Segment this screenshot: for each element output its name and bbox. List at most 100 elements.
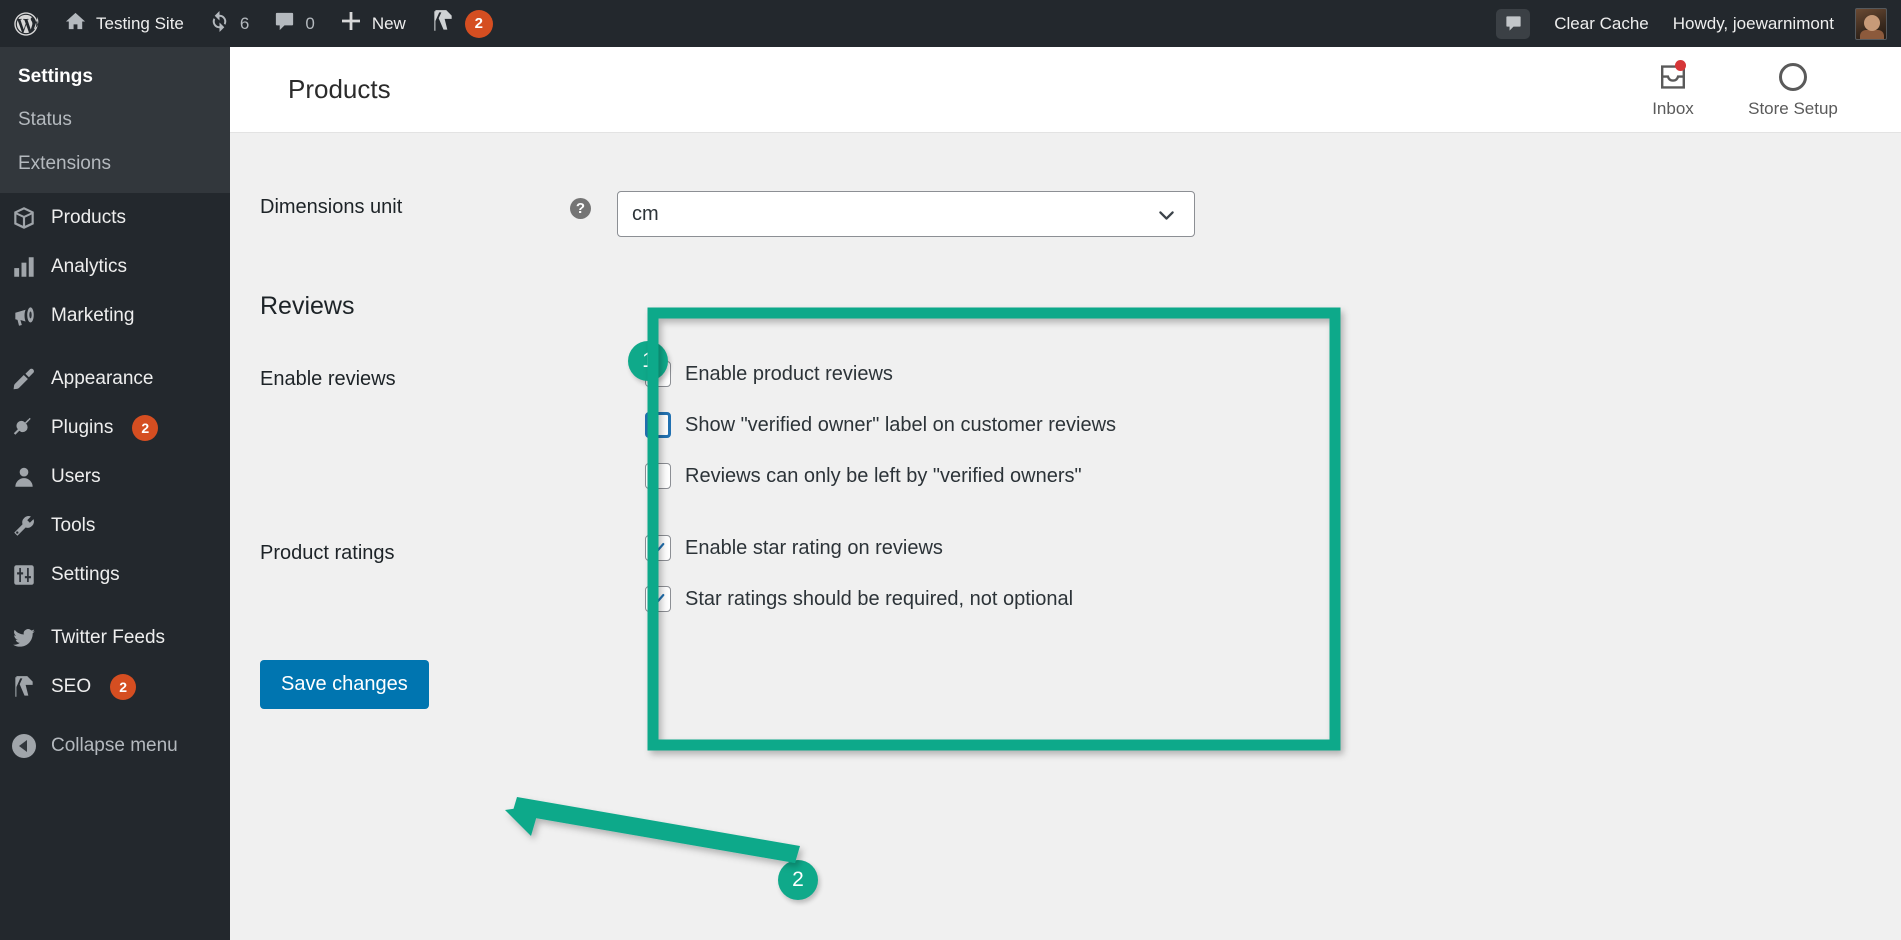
plus-icon — [339, 9, 363, 38]
checkbox-star-ratings-required[interactable]: Star ratings should be required, not opt… — [645, 586, 1073, 612]
product-ratings-label: Product ratings — [260, 542, 395, 564]
sidebar-item-label: SEO — [51, 675, 92, 697]
sidebar-subitem-settings[interactable]: Settings — [0, 55, 230, 98]
sidebar-divider-1 — [0, 340, 230, 354]
checkbox-enable-product-reviews[interactable]: Enable product reviews — [645, 361, 1116, 387]
checkbox-label: Star ratings should be required, not opt… — [685, 587, 1074, 610]
megaphone-icon — [10, 302, 38, 330]
save-button-container: Save changes — [230, 660, 1901, 709]
update-refresh-icon — [208, 10, 231, 38]
checkbox-box[interactable] — [645, 412, 671, 438]
sidebar-item-appearance[interactable]: Appearance — [0, 354, 230, 403]
checkbox-box[interactable] — [645, 535, 671, 561]
sidebar-item-label: Analytics — [51, 255, 128, 277]
sidebar-item-users[interactable]: Users — [0, 452, 230, 501]
sidebar-divider-2 — [0, 599, 230, 613]
admin-bar-my-account[interactable]: Howdy, joewarnimont — [1661, 0, 1901, 47]
new-label: New — [371, 13, 406, 33]
admin-bar-comments[interactable]: 0 — [261, 0, 326, 47]
store-setup-button[interactable]: Store Setup — [1733, 60, 1853, 119]
admin-bar: Testing Site 6 0 New 2 Clear Cache Howdy… — [0, 0, 1901, 47]
inbox-icon — [1657, 60, 1689, 94]
checkbox-enable-star-rating[interactable]: Enable star rating on reviews — [645, 535, 1073, 561]
wordpress-logo-icon — [12, 10, 40, 38]
sidebar-item-tools[interactable]: Tools — [0, 501, 230, 550]
updates-count: 6 — [239, 13, 250, 33]
checkbox-show-verified-owner-label[interactable]: Show "verified owner" label on customer … — [645, 412, 1116, 438]
sidebar-item-marketing[interactable]: Marketing — [0, 291, 230, 340]
yoast-seo-badge: 2 — [464, 9, 493, 38]
callout-1-badge: 1 — [628, 341, 668, 381]
checkbox-label: Show "verified owner" label on customer … — [685, 413, 1117, 436]
checkmark-icon — [651, 593, 665, 605]
admin-bar-clear-cache[interactable]: Clear Cache — [1542, 0, 1661, 47]
checkmark-icon — [651, 542, 665, 554]
avatar — [1855, 7, 1887, 40]
sidebar-item-twitter-feeds[interactable]: Twitter Feeds — [0, 613, 230, 662]
dimensions-unit-help-icon[interactable]: ? — [570, 198, 591, 219]
admin-bar-site-name[interactable]: Testing Site — [52, 0, 196, 47]
checkbox-label: Reviews can only be left by "verified ow… — [685, 464, 1082, 487]
page-title: Products — [288, 74, 391, 104]
twitter-bird-icon — [10, 624, 38, 652]
callout-2-badge: 2 — [778, 860, 818, 900]
checkbox-box[interactable] — [645, 586, 671, 612]
sidebar-item-plugins[interactable]: Plugins 2 — [0, 403, 230, 452]
enable-reviews-checkbox-group: Enable product reviews Show "verified ow… — [591, 361, 1116, 489]
paintbrush-icon — [10, 365, 38, 393]
inbox-button[interactable]: Inbox — [1613, 60, 1733, 119]
reviews-section-title: Reviews — [260, 292, 355, 320]
dimensions-unit-row: Dimensions unit ? cm — [230, 133, 1901, 237]
sidebar-item-label: Twitter Feeds — [51, 626, 166, 648]
sidebar-item-label: Products — [51, 206, 126, 228]
bar-chart-icon — [10, 253, 38, 281]
checkbox-box[interactable] — [645, 463, 671, 489]
sidebar-item-products[interactable]: Products — [0, 193, 230, 242]
sidebar-item-settings[interactable]: Settings — [0, 550, 230, 599]
clear-cache-label: Clear Cache — [1554, 13, 1649, 33]
sidebar-item-seo[interactable]: SEO 2 — [0, 662, 230, 711]
sidebar-subitem-status[interactable]: Status — [0, 98, 230, 141]
yoast-icon — [430, 8, 456, 39]
save-changes-button[interactable]: Save changes — [260, 660, 429, 709]
enable-reviews-label: Enable reviews — [260, 368, 396, 390]
inbox-unread-dot — [1675, 60, 1686, 71]
dimensions-unit-field: cm — [591, 191, 1195, 237]
admin-bar-new-content[interactable]: New — [327, 0, 418, 47]
store-setup-progress-icon — [1779, 60, 1807, 94]
admin-bar-wp-logo-link[interactable] — [0, 0, 52, 47]
user-icon — [10, 463, 38, 491]
main-content: Products Inbox Store Setup Dimensions un… — [230, 47, 1901, 940]
site-name-label: Testing Site — [96, 13, 184, 33]
comment-bubble-icon — [273, 10, 296, 38]
chat-bubble-icon — [1496, 8, 1531, 39]
checkbox-reviews-only-verified-owners[interactable]: Reviews can only be left by "verified ow… — [645, 463, 1116, 489]
settings-form: Dimensions unit ? cm Reviews Enable revi… — [230, 133, 1901, 940]
product-ratings-checkbox-group: Enable star rating on reviews Star ratin… — [591, 535, 1073, 612]
home-icon — [64, 10, 87, 38]
admin-bar-chat[interactable] — [1484, 0, 1542, 47]
plug-icon — [10, 414, 38, 442]
checkbox-label: Enable star rating on reviews — [685, 536, 943, 559]
callout-1-label: 1 — [642, 349, 654, 372]
sidebar-subitem-extensions[interactable]: Extensions — [0, 142, 230, 185]
sidebar-item-label: Tools — [51, 514, 96, 536]
admin-bar-updates[interactable]: 6 — [196, 0, 261, 47]
yoast-icon — [10, 673, 38, 701]
sliders-icon — [10, 561, 38, 589]
store-setup-label: Store Setup — [1748, 99, 1838, 118]
checkbox-label: Enable product reviews — [685, 362, 893, 385]
sidebar-collapse-menu[interactable]: Collapse menu — [0, 721, 230, 770]
sidebar-item-label: Plugins — [51, 416, 114, 438]
sidebar-item-label: Settings — [51, 563, 120, 585]
admin-bar-yoast-seo[interactable]: 2 — [418, 0, 505, 47]
wrench-icon — [10, 512, 38, 540]
sidebar-item-label: Marketing — [51, 304, 135, 326]
comments-count: 0 — [305, 13, 315, 33]
sidebar-item-analytics[interactable]: Analytics — [0, 242, 230, 291]
submenu-top-edge — [0, 47, 230, 55]
plugins-update-badge: 2 — [132, 414, 159, 441]
seo-notification-badge: 2 — [110, 673, 137, 700]
sidebar-item-label: Users — [51, 465, 101, 487]
dimensions-unit-select[interactable]: cm — [617, 191, 1195, 237]
